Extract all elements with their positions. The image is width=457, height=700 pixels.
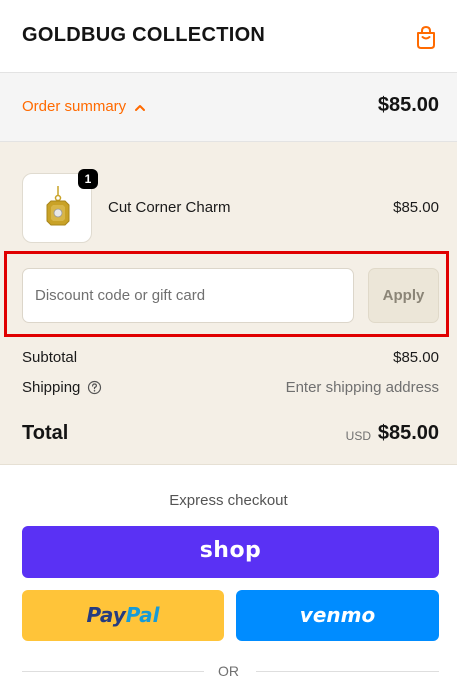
shopping-bag-icon[interactable] (412, 23, 440, 51)
shipping-label: Shipping (22, 379, 81, 396)
help-circle-icon[interactable] (87, 380, 102, 395)
venmo-logo: venmo (299, 603, 376, 627)
order-summary-label[interactable]: Order summary (22, 98, 126, 115)
venmo-button[interactable]: venmo (236, 590, 439, 641)
quantity-badge: 1 (78, 169, 98, 189)
paypal-logo-pal: Pal (125, 603, 160, 627)
store-name: GOLDBUG COLLECTION (22, 24, 266, 46)
divider-right (256, 671, 439, 672)
header: GOLDBUG COLLECTION (0, 0, 457, 73)
paypal-button[interactable]: PayPal (22, 590, 224, 641)
subtotal-label: Subtotal (22, 349, 78, 366)
product-price: $85.00 (393, 199, 439, 216)
apply-discount-button[interactable]: Apply (368, 268, 439, 323)
order-summary-toggle[interactable]: Order summary $85.00 (0, 73, 457, 142)
total-value: $85.00 (377, 422, 439, 444)
shop-pay-button[interactable]: shop (22, 526, 439, 578)
chevron-up-icon (135, 105, 145, 111)
discount-code-input[interactable] (22, 268, 354, 323)
order-summary-panel: 1 Cut Corner Charm $85.00 Apply Subtotal… (0, 142, 457, 465)
total-label: Total (22, 422, 69, 444)
paypal-logo-pay: Pay (86, 603, 126, 627)
shipping-value: Enter shipping address (285, 379, 439, 396)
order-summary-total: $85.00 (377, 94, 439, 116)
express-checkout-title: Express checkout (169, 492, 288, 509)
shop-pay-label: shop (199, 538, 262, 563)
product-name: Cut Corner Charm (108, 199, 231, 216)
subtotal-value: $85.00 (393, 349, 439, 366)
total-currency: USD (345, 429, 371, 443)
paypal-logo: PayPal (22, 590, 224, 641)
